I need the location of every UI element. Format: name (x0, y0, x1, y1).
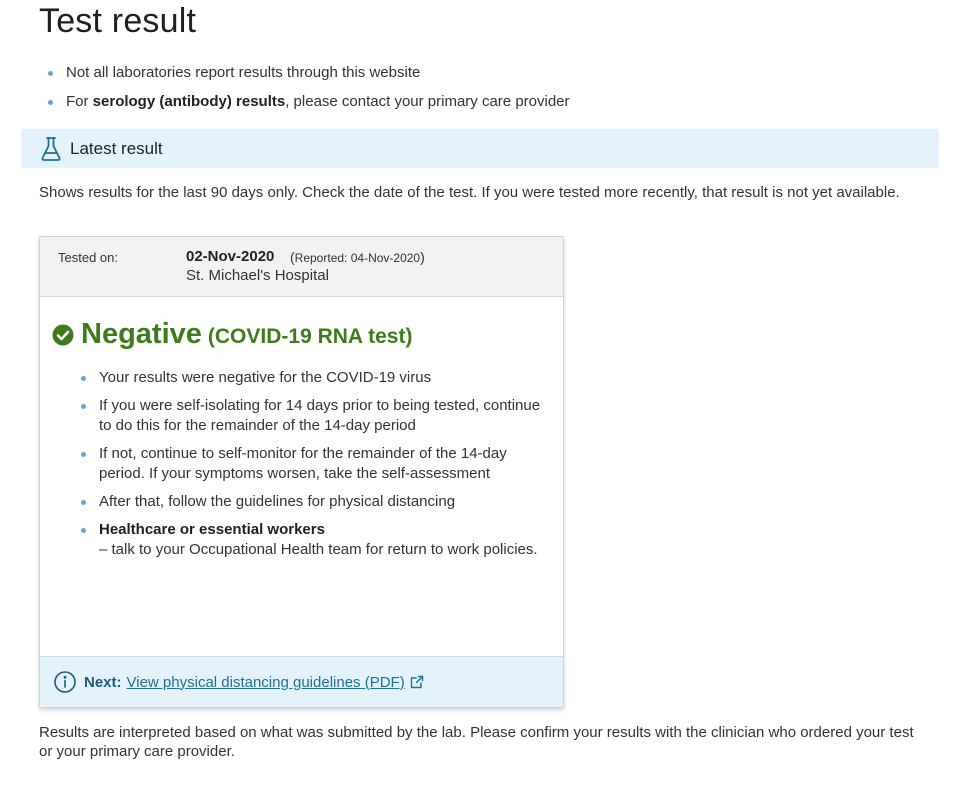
next-step-bar: Next: View physical distancing guideline… (40, 656, 563, 707)
info-circle-icon (54, 671, 76, 693)
tested-date: 02-Nov-2020 (186, 248, 275, 265)
notes-list: Not all laboratories report results thro… (48, 58, 570, 116)
reported-label: Reported: (294, 251, 351, 265)
note-text: , please contact your primary care provi… (285, 93, 570, 110)
guidance-item: Your results were negative for the COVID… (81, 368, 541, 388)
check-circle-icon (52, 324, 74, 346)
note-item: For serology (antibody) results, please … (48, 87, 570, 116)
results-window-note: Shows results for the last 90 days only.… (39, 184, 900, 201)
guidance-text: – talk to your Occupational Health team … (99, 541, 538, 558)
guidance-text: If you were self-isolating for 14 days p… (99, 397, 541, 434)
guidance-item: If you were self-isolating for 14 days p… (81, 396, 541, 436)
guidance-list: Your results were negative for the COVID… (81, 368, 541, 568)
next-label: Next: (84, 673, 122, 691)
section-title: Latest result (70, 138, 163, 158)
reported-date: (Reported: 04-Nov-2020) (290, 249, 425, 265)
reported-date-value: 04-Nov-2020 (350, 251, 421, 265)
interpretation-note: Results are interpreted based on what wa… (39, 724, 914, 760)
latest-result-header: Latest result (21, 129, 939, 168)
physical-distancing-guidelines-link[interactable]: View physical distancing guidelines (PDF… (127, 674, 405, 691)
result-card-header: Tested on: 02-Nov-2020 (Reported: 04-Nov… (40, 237, 563, 297)
guidance-text: After that, follow the guidelines for ph… (99, 493, 456, 510)
result-status-text: Negative (81, 318, 202, 350)
guidance-item: Healthcare or essential workers – talk to… (81, 520, 541, 560)
guidance-text: Your results were negative for the COVID… (99, 369, 432, 386)
guidance-item: If not, continue to self-monitor for the… (81, 444, 541, 484)
result-status: Negative (COVID-19 RNA test) (52, 318, 412, 351)
test-name: (COVID-19 RNA test) (207, 325, 413, 348)
note-text: For (66, 93, 93, 110)
page-title: Test result (39, 2, 197, 40)
guidance-heading: Healthcare or essential workers (99, 521, 325, 538)
note-bold-text: serology (antibody) results (92, 93, 286, 110)
guidance-item: After that, follow the guidelines for ph… (81, 492, 541, 512)
flask-icon (40, 136, 62, 162)
result-card: Tested on: 02-Nov-2020 (Reported: 04-Nov… (39, 236, 564, 708)
note-text: Not all laboratories report results thro… (66, 64, 421, 81)
guidance-text: If not, continue to self-monitor for the… (99, 445, 507, 482)
test-location: St. Michael's Hospital (186, 267, 329, 284)
external-link-icon[interactable] (410, 675, 424, 689)
note-item: Not all laboratories report results thro… (48, 58, 570, 87)
tested-on-label: Tested on: (58, 250, 118, 265)
